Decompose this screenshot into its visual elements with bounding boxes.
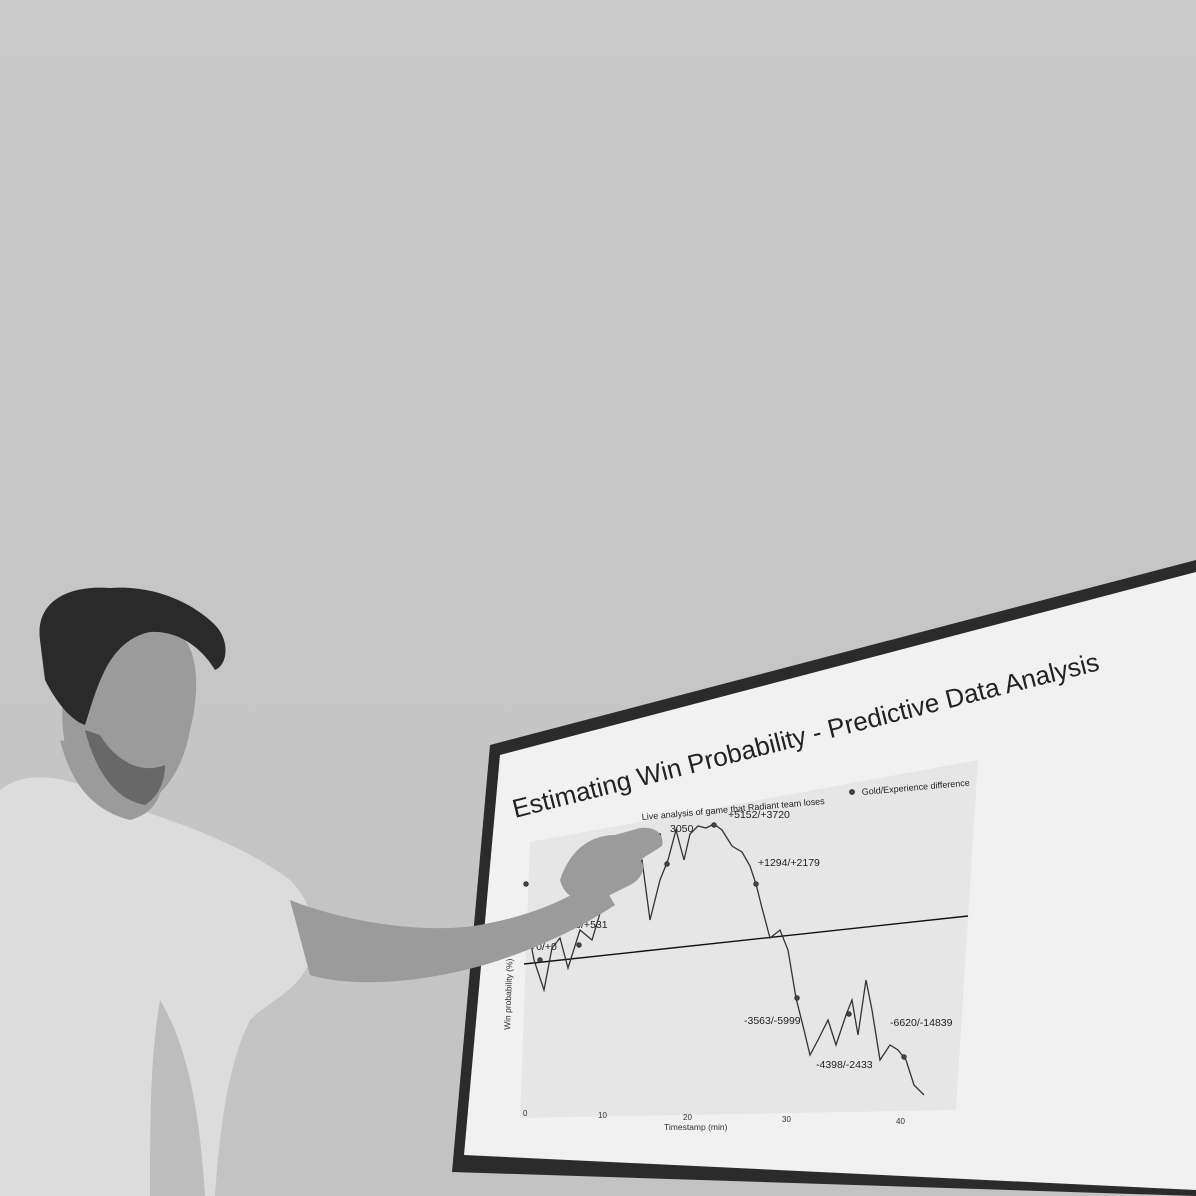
annotation-label: 3050: [670, 823, 694, 835]
data-marker: [523, 881, 529, 887]
data-marker: [846, 1011, 852, 1017]
x-tick-label: 20: [683, 1113, 692, 1122]
photo-scene: Estimating Win Probability - Predictive …: [0, 0, 1196, 1196]
x-tick-label: 40: [896, 1117, 905, 1126]
x-axis-label: Timestamp (min): [664, 1122, 728, 1132]
legend-marker: [849, 789, 855, 795]
x-tick-label: 0: [523, 1109, 528, 1118]
data-marker: [711, 822, 717, 828]
annotation-label: +1294/+2179: [758, 857, 820, 869]
annotation-label: +5152/+3720: [728, 809, 790, 821]
data-marker: [753, 881, 759, 887]
x-tick-label: 30: [782, 1115, 791, 1124]
data-marker: [576, 942, 582, 948]
annotation-label: -6620/-14839: [890, 1017, 953, 1029]
data-marker: [664, 861, 670, 867]
annotation-label: -3563/-5999: [744, 1015, 801, 1027]
data-marker: [537, 957, 543, 963]
x-tick-label: 10: [598, 1111, 607, 1120]
annotation-label: -4398/-2433: [816, 1059, 873, 1071]
data-marker: [901, 1054, 907, 1060]
data-marker: [794, 995, 800, 1001]
